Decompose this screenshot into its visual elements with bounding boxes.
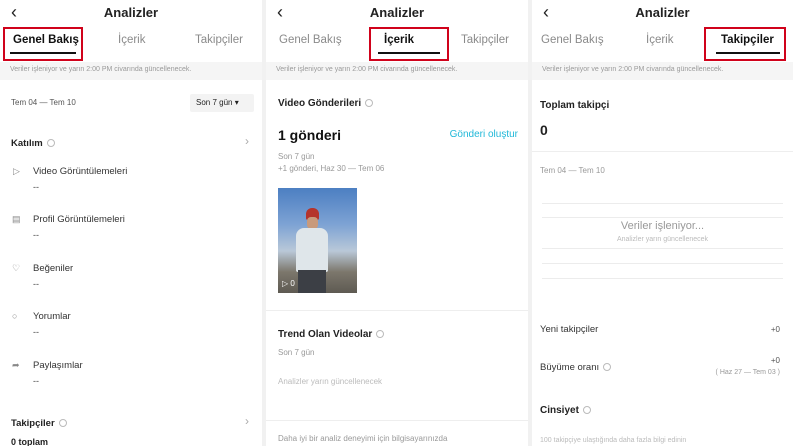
processing-notice: Veriler işleniyor ve yarın 2:00 PM civar… xyxy=(532,62,793,80)
posts-period: Son 7 gün xyxy=(278,152,315,161)
info-icon[interactable] xyxy=(582,406,591,415)
screen-title: Analizler xyxy=(103,5,159,20)
period-select[interactable]: Son 7 gün ▾ xyxy=(190,94,254,112)
chart-gridline xyxy=(542,203,783,204)
chart-gridline xyxy=(542,217,783,218)
processing-notice: Veriler işleniyor ve yarın 2:00 PM civar… xyxy=(0,62,262,80)
gender-section: Cinsiyet xyxy=(540,405,591,416)
highlight-box xyxy=(369,27,449,61)
followers-total: 0 toplam xyxy=(11,437,49,446)
info-icon[interactable] xyxy=(365,99,374,108)
thumbnail-views-count: 0 xyxy=(290,279,295,288)
trending-title: Trend Olan Videolar xyxy=(278,329,373,340)
chart-gridline xyxy=(542,263,783,264)
video-posts-title: Video Gönderileri xyxy=(278,98,362,109)
content-panel: ‹ Analizler Genel Bakış İçerik Takipçile… xyxy=(266,0,528,446)
section-divider xyxy=(266,310,528,311)
trending-empty-text: Analizler yarın güncellenecek xyxy=(278,377,383,386)
info-icon[interactable] xyxy=(376,330,385,339)
processing-sublabel: Analizler yarın güncellenecek xyxy=(616,236,709,243)
section-divider xyxy=(266,420,528,421)
metric-video-views-value: -- xyxy=(33,182,39,192)
posts-count: 1 gönderi xyxy=(278,127,342,143)
highlight-box xyxy=(3,27,83,61)
trending-section: Trend Olan Videolar xyxy=(278,329,385,340)
new-followers-label: Yeni takipçiler xyxy=(540,324,599,335)
video-thumbnail[interactable]: ▷ 0 xyxy=(278,188,357,293)
followers-section: Takipçiler xyxy=(11,418,67,429)
growth-rate-value: +0 xyxy=(770,356,780,365)
new-followers-value: +0 xyxy=(770,325,780,334)
comment-icon: ○ xyxy=(12,311,18,321)
engagement-section: Katılım xyxy=(11,138,55,149)
profile-icon: ▤ xyxy=(12,214,21,224)
chevron-right-icon[interactable]: › xyxy=(245,414,249,428)
heart-icon: ♡ xyxy=(12,263,21,273)
chevron-down-icon: ▾ xyxy=(234,98,239,107)
metric-comments-label: Yorumlar xyxy=(33,311,71,322)
create-post-link[interactable]: Gönderi oluştur xyxy=(450,129,518,140)
tab-followers[interactable]: Takipçiler xyxy=(461,34,509,46)
person-shirt xyxy=(296,228,328,272)
chart-gridline xyxy=(542,248,783,249)
metric-profile-views-value: -- xyxy=(33,230,39,240)
thumbnail-views: ▷ 0 xyxy=(282,279,295,288)
metric-likes-value: -- xyxy=(33,279,39,289)
overview-panel: ‹ Analizler Genel Bakış İçerik Takipçile… xyxy=(0,0,262,446)
top-bar: ‹ Analizler xyxy=(0,0,262,26)
metric-video-views-label: Video Görüntülemeleri xyxy=(33,166,128,177)
processing-label: Veriler işleniyor... xyxy=(620,220,705,232)
highlight-box xyxy=(704,27,786,61)
tab-followers[interactable]: Takipçiler xyxy=(195,34,243,46)
chevron-right-icon[interactable]: › xyxy=(245,134,249,148)
footer-note: Daha iyi bir analiz deneyimi için bilgis… xyxy=(278,434,448,443)
followers-section-title: Takipçiler xyxy=(11,418,55,429)
metric-comments-value: -- xyxy=(33,327,39,337)
video-posts-section: Video Gönderileri xyxy=(278,98,374,109)
play-icon: ▷ xyxy=(282,279,289,288)
info-icon[interactable] xyxy=(58,419,67,428)
gender-title: Cinsiyet xyxy=(540,405,579,416)
gender-note: 100 takipçiye ulaştığında daha fazla bil… xyxy=(540,437,687,444)
info-icon[interactable] xyxy=(46,139,55,148)
engagement-title: Katılım xyxy=(11,138,43,149)
tab-content[interactable]: İçerik xyxy=(118,34,145,46)
share-icon: ➦ xyxy=(12,360,20,370)
total-followers-title: Toplam takipçi xyxy=(540,100,610,111)
growth-rate-label: Büyüme oranı xyxy=(540,362,600,373)
followers-date-range: Tem 04 — Tem 10 xyxy=(540,166,605,175)
growth-rate-section: Büyüme oranı xyxy=(540,362,612,373)
growth-rate-range: ( Haz 27 — Tem 03 ) xyxy=(715,369,780,376)
section-divider xyxy=(532,151,793,152)
play-icon: ▷ xyxy=(13,166,20,176)
person-pants xyxy=(298,270,326,293)
metric-shares-label: Paylaşımlar xyxy=(33,360,83,371)
period-select-value: Son 7 gün xyxy=(196,98,233,107)
posts-subtitle: +1 gönderi, Haz 30 — Tem 06 xyxy=(278,164,385,173)
tab-content[interactable]: İçerik xyxy=(646,34,673,46)
total-followers-value: 0 xyxy=(540,122,548,138)
metric-likes-label: Beğeniler xyxy=(33,263,74,274)
date-range: Tem 04 — Tem 10 xyxy=(11,98,76,107)
processing-notice: Veriler işleniyor ve yarın 2:00 PM civar… xyxy=(266,62,528,80)
tab-overview[interactable]: Genel Bakış xyxy=(279,34,342,46)
top-bar: ‹ Analizler xyxy=(266,0,528,26)
info-icon[interactable] xyxy=(603,363,612,372)
screen-title: Analizler xyxy=(635,5,690,20)
chart-gridline xyxy=(542,278,783,279)
metric-shares-value: -- xyxy=(33,376,39,386)
trending-period: Son 7 gün xyxy=(278,348,315,357)
metric-profile-views-label: Profil Görüntülemeleri xyxy=(33,214,125,225)
tab-overview[interactable]: Genel Bakış xyxy=(541,34,604,46)
screen-title: Analizler xyxy=(369,5,425,20)
followers-panel: ‹ Analizler Genel Bakış İçerik Takipçile… xyxy=(532,0,793,446)
top-bar: ‹ Analizler xyxy=(532,0,793,26)
